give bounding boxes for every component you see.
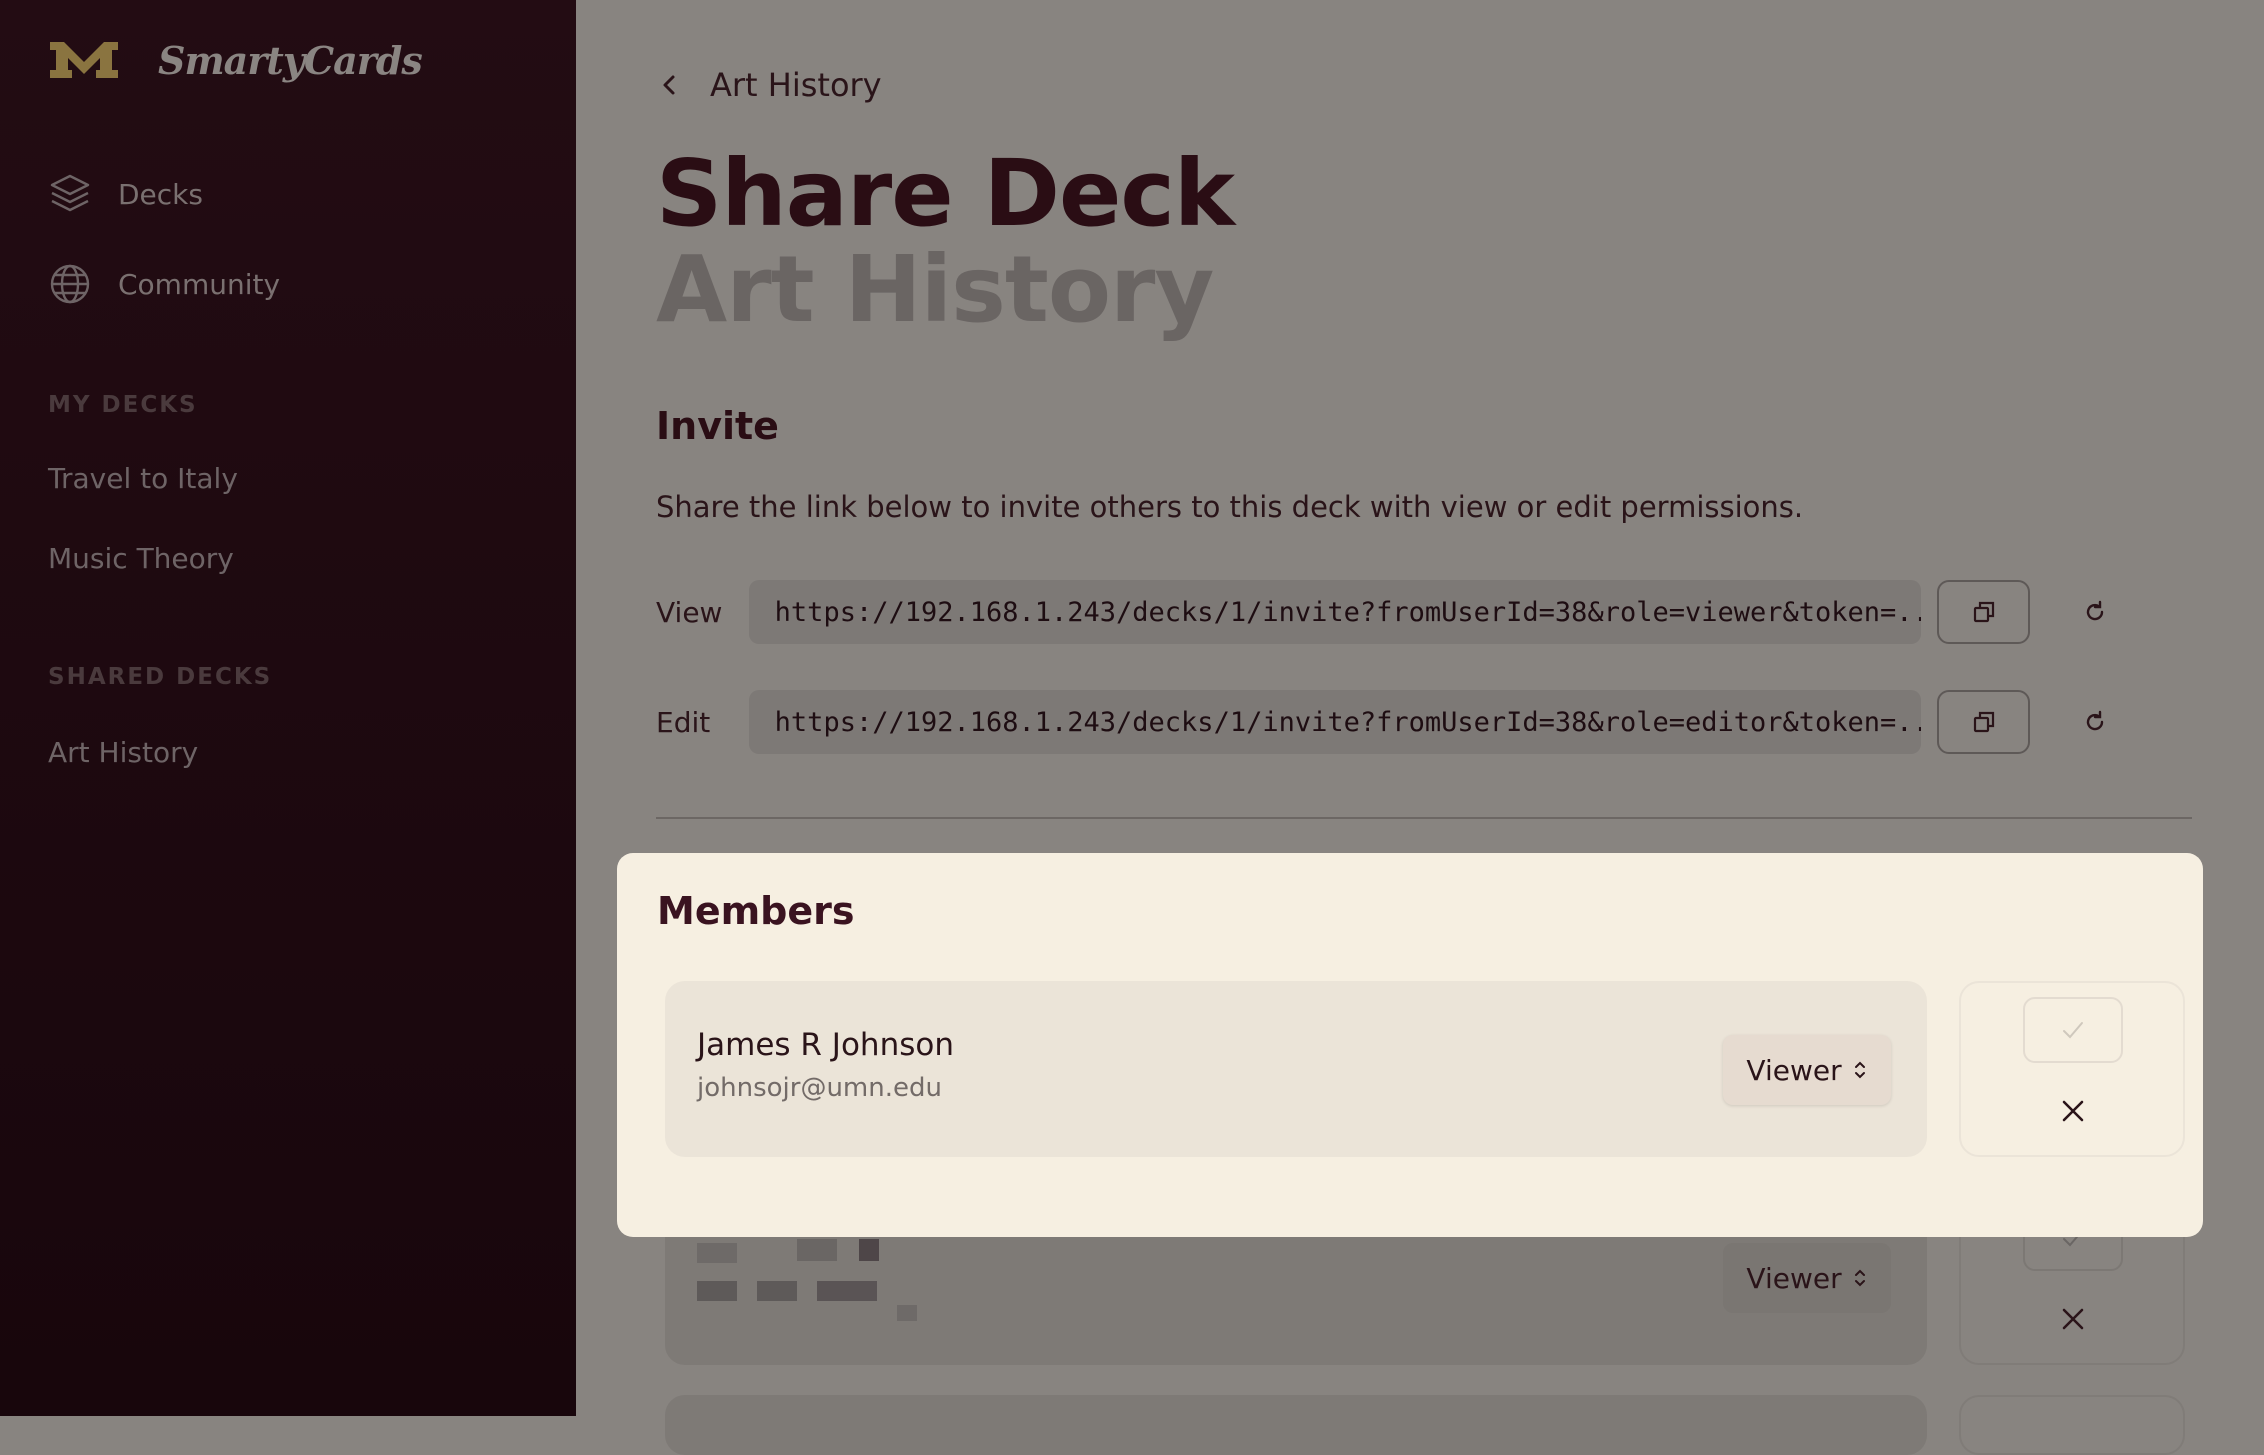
refresh-icon xyxy=(2086,600,2104,621)
copy-view-link-button[interactable] xyxy=(1937,580,2031,644)
members-card: Members James R Johnson johnsojr@umn.edu… xyxy=(617,853,2203,1237)
refresh-icon xyxy=(2086,710,2104,731)
page-subtitle: Art History xyxy=(656,236,1214,343)
remove-member-button[interactable] xyxy=(2051,1297,2095,1341)
nav-decks[interactable]: Decks xyxy=(48,172,203,216)
nav-decks-label: Decks xyxy=(118,177,203,211)
globe-icon xyxy=(50,264,90,304)
close-icon xyxy=(2062,1100,2084,1122)
sidebar: SmartyCards Decks Community MY DECKS Tra… xyxy=(0,0,576,1416)
nav-community-label: Community xyxy=(118,267,281,301)
chevron-up-down-icon xyxy=(1854,1061,1865,1079)
chevron-up-down-icon xyxy=(1854,1269,1865,1287)
close-icon xyxy=(2062,1308,2084,1330)
back-link[interactable]: Art History xyxy=(656,66,882,104)
member-actions xyxy=(1959,1395,2185,1455)
members-heading: Members xyxy=(657,889,855,933)
role-select[interactable]: Viewer xyxy=(1723,1243,1891,1313)
sidebar-deck-travel-to-italy[interactable]: Travel to Italy xyxy=(48,462,238,495)
member-name: James R Johnson xyxy=(697,1027,954,1063)
member-row[interactable]: James R Johnson johnsojr@umn.edu Viewer xyxy=(665,981,1927,1157)
edit-link-row: Edit https://192.168.1.243/decks/1/invit… xyxy=(656,690,2126,754)
member-actions xyxy=(1959,981,2185,1157)
chevron-left-icon xyxy=(663,75,675,95)
view-link-field[interactable]: https://192.168.1.243/decks/1/invite?fro… xyxy=(748,580,1922,644)
my-decks-heading: MY DECKS xyxy=(48,392,198,418)
nav-community[interactable]: Community xyxy=(48,262,280,306)
brand-name: SmartyCards xyxy=(158,37,423,83)
copy-icon xyxy=(1973,601,1994,623)
check-icon xyxy=(2063,1022,2083,1039)
view-link-label: View xyxy=(656,595,723,629)
shared-decks-heading: SHARED DECKS xyxy=(48,664,273,690)
copy-icon xyxy=(1973,711,1994,733)
approve-member-button[interactable] xyxy=(2023,997,2123,1063)
invite-description: Share the link below to invite others to… xyxy=(656,490,1804,524)
brand[interactable]: SmartyCards xyxy=(48,36,423,84)
section-divider xyxy=(656,817,2192,819)
sidebar-deck-music-theory[interactable]: Music Theory xyxy=(48,542,234,575)
edit-link-label: Edit xyxy=(656,705,711,739)
invite-heading: Invite xyxy=(656,404,779,448)
layers-icon xyxy=(50,174,90,212)
sidebar-deck-art-history[interactable]: Art History xyxy=(48,736,198,769)
view-link-row: View https://192.168.1.243/decks/1/invit… xyxy=(656,580,2126,644)
brand-logo-icon xyxy=(50,42,118,78)
back-link-label: Art History xyxy=(710,66,882,104)
copy-edit-link-button[interactable] xyxy=(1937,690,2031,754)
role-select-value: Viewer xyxy=(1746,1053,1842,1087)
role-select[interactable]: Viewer xyxy=(1723,1035,1891,1105)
page-title: Share Deck xyxy=(656,140,1235,247)
regenerate-view-link-button[interactable] xyxy=(2064,580,2126,644)
edit-link-field[interactable]: https://192.168.1.243/decks/1/invite?fro… xyxy=(748,690,1922,754)
role-select-value: Viewer xyxy=(1746,1261,1842,1295)
regenerate-edit-link-button[interactable] xyxy=(2064,690,2126,754)
member-row[interactable] xyxy=(665,1395,1927,1455)
remove-member-button[interactable] xyxy=(2051,1089,2095,1133)
member-email: johnsojr@umn.edu xyxy=(697,1073,942,1103)
